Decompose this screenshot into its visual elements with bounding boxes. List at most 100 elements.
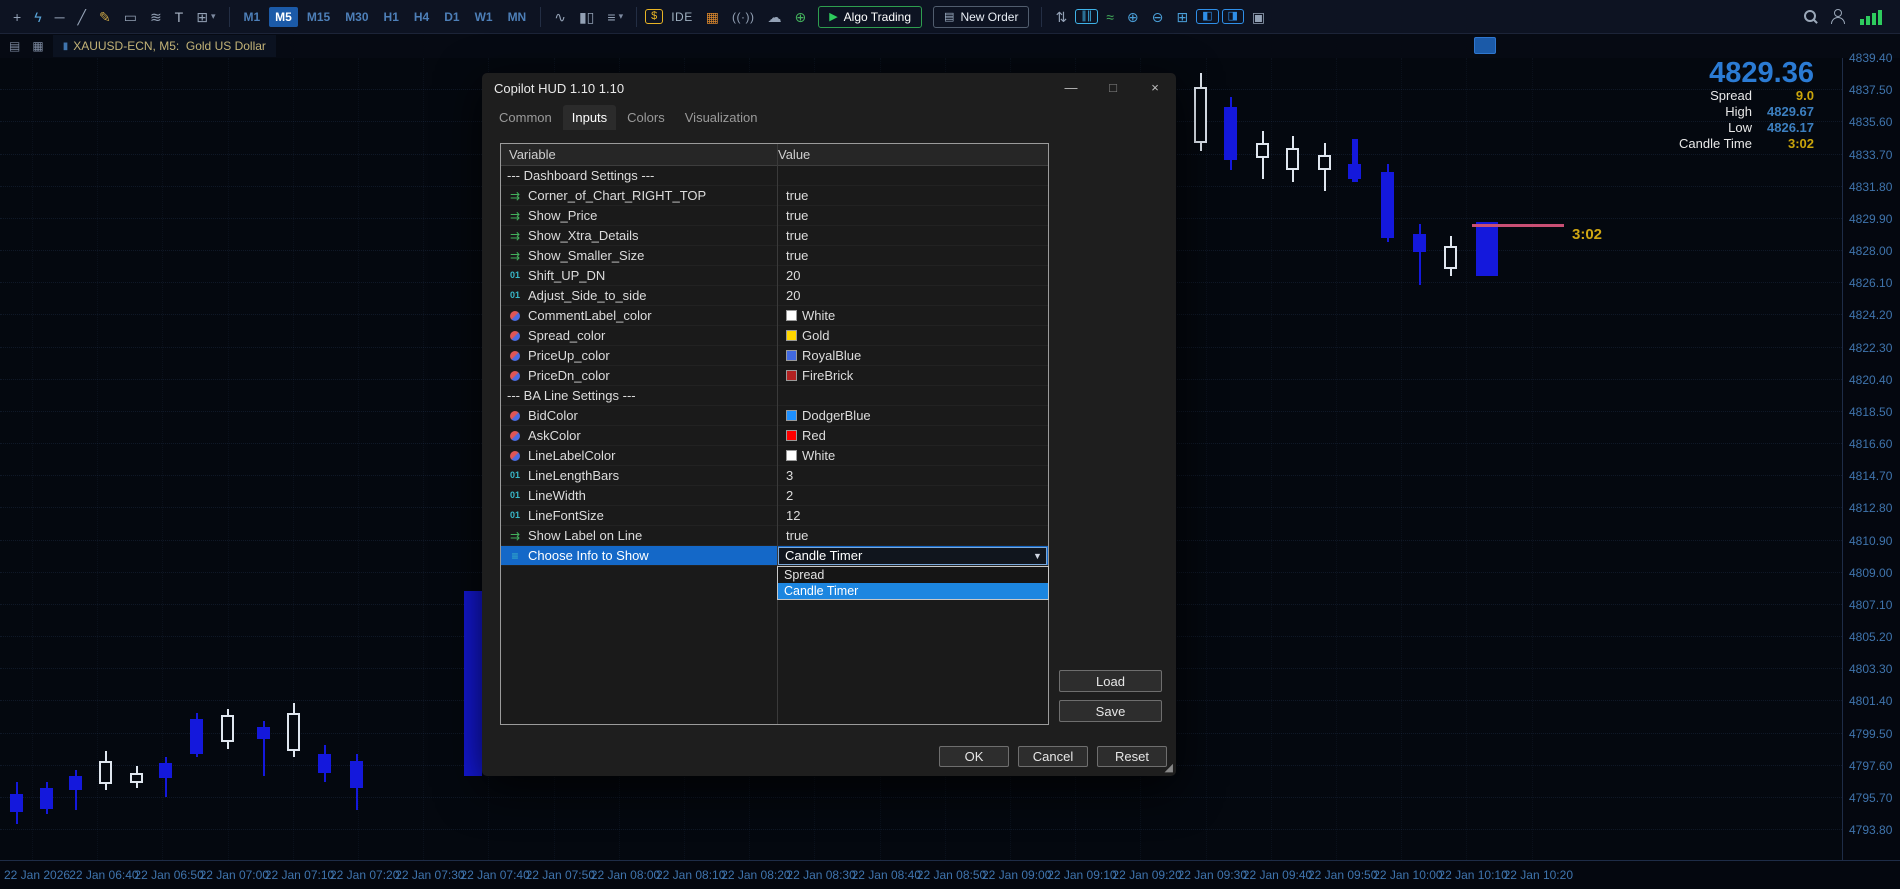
time-axis-label: 22 Jan 09:10 bbox=[1047, 868, 1117, 882]
resize-grip-icon[interactable]: ◢ bbox=[1165, 761, 1173, 774]
table-row[interactable]: 01 Shift_UP_DN 20 bbox=[501, 266, 1048, 286]
price-axis-label: 4805.20 bbox=[1849, 630, 1893, 645]
market-icon[interactable]: ▦ bbox=[701, 8, 724, 26]
value-combobox[interactable]: Candle Timer ▼ bbox=[778, 546, 1047, 565]
bool-param-icon: ⇉ bbox=[509, 528, 521, 543]
table-row[interactable]: 01 LineFontSize 12 bbox=[501, 506, 1048, 526]
price-axis-label: 4818.50 bbox=[1849, 404, 1893, 419]
param-name: --- BA Line Settings --- bbox=[507, 388, 636, 403]
crosshair-icon[interactable]: + bbox=[8, 8, 26, 26]
load-button[interactable]: Load bbox=[1059, 670, 1162, 692]
table-row[interactable]: 01 LineWidth 2 bbox=[501, 486, 1048, 506]
zoom-in-icon[interactable]: ⊕ bbox=[1122, 8, 1144, 26]
table-row[interactable]: 01 Adjust_Side_to_side 20 bbox=[501, 286, 1048, 306]
patterns-tool-icon[interactable]: ⊞ ▾ bbox=[191, 8, 220, 26]
search-icon[interactable] bbox=[1798, 7, 1823, 26]
table-row[interactable]: ⇉ Show_Price true bbox=[501, 206, 1048, 226]
table-header: Variable Value bbox=[501, 144, 1048, 166]
table-row[interactable]: Spread_color Gold bbox=[501, 326, 1048, 346]
price-axis[interactable]: 4839.40 4837.50 4835.60 4833.70 4831.80 4829.… bbox=[1842, 51, 1900, 860]
time-axis[interactable]: 22 Jan 2026 22 Jan 06:40 22 Jan 06:50 22 Ja… bbox=[0, 860, 1900, 889]
timeframe-m1[interactable]: M1 bbox=[238, 7, 267, 27]
timeframe-d1[interactable]: D1 bbox=[438, 7, 465, 27]
cloud-icon[interactable]: ☁ bbox=[762, 8, 786, 26]
trendline-tool-icon[interactable]: ╱ bbox=[73, 8, 91, 26]
ok-button[interactable]: OK bbox=[939, 746, 1009, 767]
tab-visualization[interactable]: Visualization bbox=[676, 105, 767, 130]
table-row[interactable]: --- BA Line Settings --- bbox=[501, 386, 1048, 406]
tick-chart-icon[interactable]: ≈ bbox=[1101, 8, 1119, 26]
timeframe-m30[interactable]: M30 bbox=[339, 7, 374, 27]
timeframe-mn[interactable]: MN bbox=[502, 7, 533, 27]
zoom-out-icon[interactable]: ⊖ bbox=[1147, 8, 1169, 26]
top-toolbar: + ϟ ─ ╱ ✎ ▭ ≋ T ⊞ ▾ M1 M5 M15 M30 H1 H4 D1 W1 MN ∿ ▮▯ ≡ ▾ $ IDE ▦… bbox=[0, 0, 1900, 34]
table-row[interactable]: PriceUp_color RoyalBlue bbox=[501, 346, 1048, 366]
table-row[interactable]: ⇉ Show Label on Line true bbox=[501, 526, 1048, 546]
cancel-button[interactable]: Cancel bbox=[1018, 746, 1088, 767]
dock-right-icon[interactable]: ◧ bbox=[1196, 9, 1219, 24]
table-row[interactable]: PriceDn_color FireBrick bbox=[501, 366, 1048, 386]
hline-tool-icon[interactable]: ─ bbox=[50, 8, 70, 26]
new-order-button[interactable]: ▤ New Order bbox=[933, 5, 1030, 28]
candle-chart-icon[interactable]: ▮▯ bbox=[574, 8, 599, 26]
table-row[interactable]: ⇉ Show_Smaller_Size true bbox=[501, 246, 1048, 266]
dropdown-option[interactable]: Candle Timer bbox=[778, 583, 1048, 599]
timeframe-w1[interactable]: W1 bbox=[469, 7, 499, 27]
sort-icon[interactable]: ⇅ bbox=[1050, 8, 1072, 26]
dropdown-list: Spread Candle Timer bbox=[777, 566, 1049, 600]
text-tool-icon[interactable]: T bbox=[170, 8, 189, 26]
timeframe-m5[interactable]: M5 bbox=[269, 6, 298, 27]
time-axis-label: 22 Jan 08:20 bbox=[721, 868, 791, 882]
table-row[interactable]: LineLabelColor White bbox=[501, 446, 1048, 466]
timeframe-h4[interactable]: H4 bbox=[408, 7, 435, 27]
table-row[interactable]: ⇉ Corner_of_Chart_RIGHT_TOP true bbox=[501, 186, 1048, 206]
table-row[interactable]: ≡ Choose Info to Show Candle Timer ▼ bbox=[501, 546, 1048, 566]
shapes-tool-icon[interactable]: ▭ bbox=[119, 8, 142, 26]
screenshot-icon[interactable]: ▣ bbox=[1247, 8, 1270, 26]
dock-left-icon[interactable]: ◨ bbox=[1221, 9, 1244, 24]
table-row[interactable]: 01 LineLengthBars 3 bbox=[501, 466, 1048, 486]
dialog-titlebar[interactable]: Copilot HUD 1.10 1.10 — □ × bbox=[482, 73, 1176, 103]
community-icon[interactable]: ⊕ bbox=[789, 8, 811, 26]
dropdown-arrow-icon[interactable]: ▾ bbox=[211, 11, 216, 22]
time-axis-label: 22 Jan 07:30 bbox=[395, 868, 465, 882]
dropdown-option[interactable]: Spread bbox=[778, 567, 1048, 583]
currency-icon[interactable]: $ bbox=[645, 9, 664, 24]
minimize-button[interactable]: — bbox=[1050, 73, 1092, 103]
table-row[interactable]: --- Dashboard Settings --- bbox=[501, 166, 1048, 186]
account-icon[interactable] bbox=[1826, 7, 1851, 26]
price-axis-label: 4814.70 bbox=[1849, 469, 1893, 484]
table-row[interactable]: AskColor Red bbox=[501, 426, 1048, 446]
equidistant-tool-icon[interactable]: ≋ bbox=[145, 8, 167, 26]
window-list-icon[interactable]: ▤ bbox=[6, 39, 23, 53]
line-chart-icon[interactable]: ∿ bbox=[549, 8, 571, 26]
chevron-down-icon[interactable]: ▼ bbox=[1029, 551, 1046, 561]
timeframe-h1[interactable]: H1 bbox=[378, 7, 405, 27]
reset-button[interactable]: Reset bbox=[1097, 746, 1167, 767]
tab-colors[interactable]: Colors bbox=[618, 105, 674, 130]
chart-window-icon[interactable] bbox=[1474, 37, 1496, 54]
tile-windows-icon[interactable]: ▦ bbox=[29, 39, 46, 53]
depth-of-market-icon[interactable]: ∥∥ bbox=[1075, 9, 1099, 24]
param-value: 2 bbox=[786, 488, 794, 503]
timeframe-m15[interactable]: M15 bbox=[301, 7, 336, 27]
table-row[interactable]: ⇉ Show_Xtra_Details true bbox=[501, 226, 1048, 246]
table-row[interactable]: BidColor DodgerBlue bbox=[501, 406, 1048, 426]
algo-trading-button[interactable]: ▶ Algo Trading bbox=[818, 5, 923, 28]
param-name: Show_Price bbox=[528, 208, 598, 223]
dropdown-arrow-icon[interactable]: ▾ bbox=[619, 11, 624, 22]
lightning-icon[interactable]: ϟ bbox=[29, 8, 46, 26]
table-row[interactable]: CommentLabel_color White bbox=[501, 306, 1048, 326]
save-button[interactable]: Save bbox=[1059, 700, 1162, 722]
grid-icon[interactable]: ⊞ bbox=[1171, 8, 1193, 26]
color-param-icon bbox=[510, 430, 520, 441]
close-button[interactable]: × bbox=[1134, 73, 1176, 103]
signal-icon[interactable]: ((·)) bbox=[727, 9, 759, 25]
ide-button[interactable]: IDE bbox=[666, 9, 698, 25]
chart-tab-xauusd[interactable]: ▮ XAUUSD-ECN, M5: Gold US Dollar bbox=[52, 35, 276, 57]
bar-chart-icon[interactable]: ≡ ▾ bbox=[602, 8, 628, 26]
draw-tool-icon[interactable]: ✎ bbox=[94, 8, 116, 26]
maximize-button[interactable]: □ bbox=[1092, 73, 1134, 103]
tab-inputs[interactable]: Inputs bbox=[562, 105, 617, 130]
tab-common[interactable]: Common bbox=[490, 105, 561, 130]
